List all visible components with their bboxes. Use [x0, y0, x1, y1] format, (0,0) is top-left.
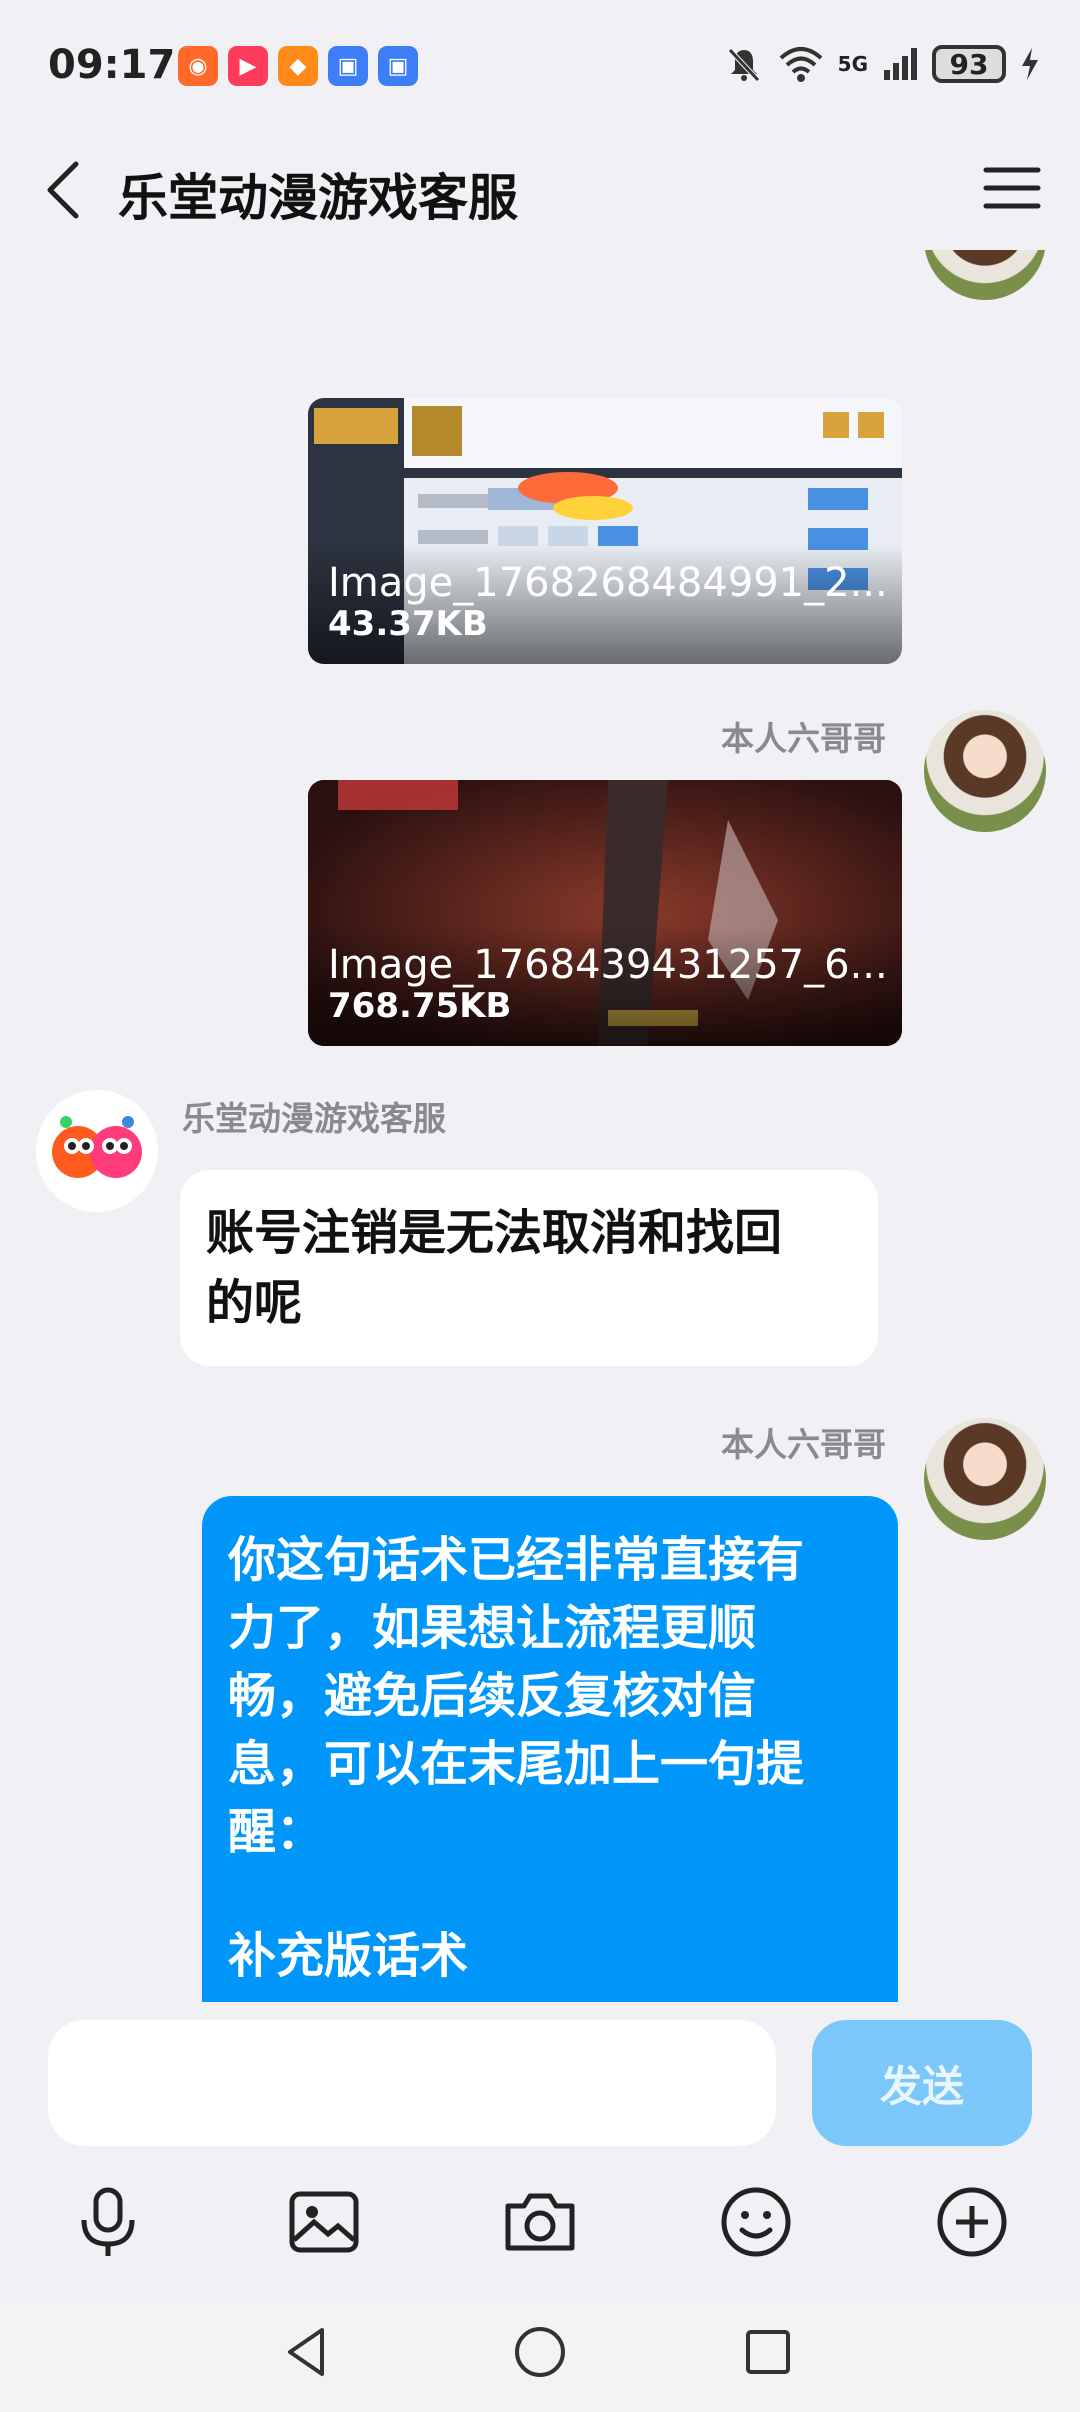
system-navigation-bar — [0, 2298, 1080, 2412]
message-text-line: 力了，如果想让流程更顺 — [228, 1600, 757, 1656]
play-app-icon: ▶ — [228, 46, 268, 86]
plus-circle-icon — [937, 2187, 1007, 2257]
avatar[interactable] — [924, 250, 1046, 300]
video-app-icon: ◉ — [178, 46, 218, 86]
avatar[interactable] — [36, 1090, 158, 1212]
outgoing-message-bubble[interactable]: 你这句话术已经非常直接有 力了，如果想让流程更顺 畅，避免后续反复核对信 息，可… — [202, 1496, 898, 2002]
image-icon — [289, 2191, 359, 2253]
wifi-icon — [779, 47, 822, 82]
chat-header: 乐堂动漫游戏客服 — [0, 130, 1080, 250]
image-message[interactable]: Image_1768439431257_6... 768.75KB — [308, 780, 902, 1046]
charging-icon — [1022, 48, 1038, 80]
smiley-icon — [721, 2187, 791, 2257]
image-message[interactable]: Image_1768268484991_2... 43.37KB — [308, 398, 902, 664]
menu-button[interactable] — [980, 156, 1044, 220]
emoji-button[interactable] — [716, 2182, 796, 2262]
camera-button[interactable] — [500, 2182, 580, 2262]
battery-indicator: 93 — [932, 45, 1006, 83]
avatar[interactable] — [924, 1418, 1046, 1540]
sender-name: 本人六哥哥 — [721, 1425, 886, 1464]
security-app-icon-2: ▣ — [378, 46, 418, 86]
nav-home-button[interactable] — [510, 2322, 570, 2382]
album-button[interactable] — [284, 2182, 364, 2262]
message-text-line: 补充版话术 — [228, 1928, 469, 1984]
circle-home-icon — [515, 2327, 565, 2377]
image-file-size: 768.75KB — [328, 986, 512, 1026]
message-text-line: 畅，避免后续反复核对信 — [228, 1668, 757, 1724]
nav-recents-button[interactable] — [738, 2322, 798, 2382]
sender-name: 本人六哥哥 — [721, 719, 886, 758]
camera-icon — [505, 2193, 575, 2251]
network-type: 5G — [837, 52, 868, 76]
mute-bell-icon — [727, 48, 760, 82]
chat-message-list[interactable]: Image_1768268484991_2... 43.37KB 本人六哥哥 I… — [0, 250, 1080, 2002]
voice-button[interactable] — [68, 2182, 148, 2262]
chevron-left-icon — [47, 161, 79, 219]
square-recents-icon — [746, 2330, 790, 2374]
image-file-name: Image_1768268484991_2... — [328, 560, 888, 606]
message-text-line: 息，可以在末尾加上一句提 — [228, 1736, 805, 1792]
status-bar: 09:17 ◉ ▶ ◆ ▣ ▣ 5G 93 — [0, 0, 1080, 130]
incoming-message-bubble[interactable]: 账号注销是无法取消和找回 的呢 — [180, 1170, 878, 1366]
status-app-icons: ◉ ▶ ◆ ▣ ▣ — [178, 46, 418, 86]
message-text-line: 账号注销是无法取消和找回 — [206, 1205, 783, 1261]
avatar[interactable] — [924, 710, 1046, 832]
message-input[interactable] — [48, 2020, 776, 2146]
hamburger-menu-icon — [983, 167, 1041, 209]
signal-icon — [884, 48, 917, 80]
image-file-size: 43.37KB — [328, 604, 488, 644]
sender-name: 乐堂动漫游戏客服 — [182, 1099, 446, 1138]
chat-title: 乐堂动漫游戏客服 — [118, 169, 518, 227]
more-button[interactable] — [932, 2182, 1012, 2262]
nav-back-button[interactable] — [278, 2322, 338, 2382]
security-app-icon: ▣ — [328, 46, 368, 86]
send-button[interactable]: 发送 — [812, 2020, 1032, 2146]
message-text-line: 醒： — [228, 1804, 325, 1860]
message-text-line: 你这句话术已经非常直接有 — [228, 1532, 805, 1588]
shop-app-icon: ◆ — [278, 46, 318, 86]
message-text-line: 的呢 — [206, 1275, 303, 1331]
microphone-icon — [81, 2187, 135, 2256]
input-bar: 发送 — [0, 2002, 1080, 2298]
triangle-back-icon — [288, 2328, 324, 2376]
status-indicators: 5G 93 — [724, 44, 1040, 84]
status-time: 09:17 — [48, 42, 176, 88]
image-file-name: Image_1768439431257_6... — [328, 942, 888, 988]
service-bot-avatar-icon — [36, 1090, 158, 1212]
back-button[interactable] — [36, 154, 100, 226]
